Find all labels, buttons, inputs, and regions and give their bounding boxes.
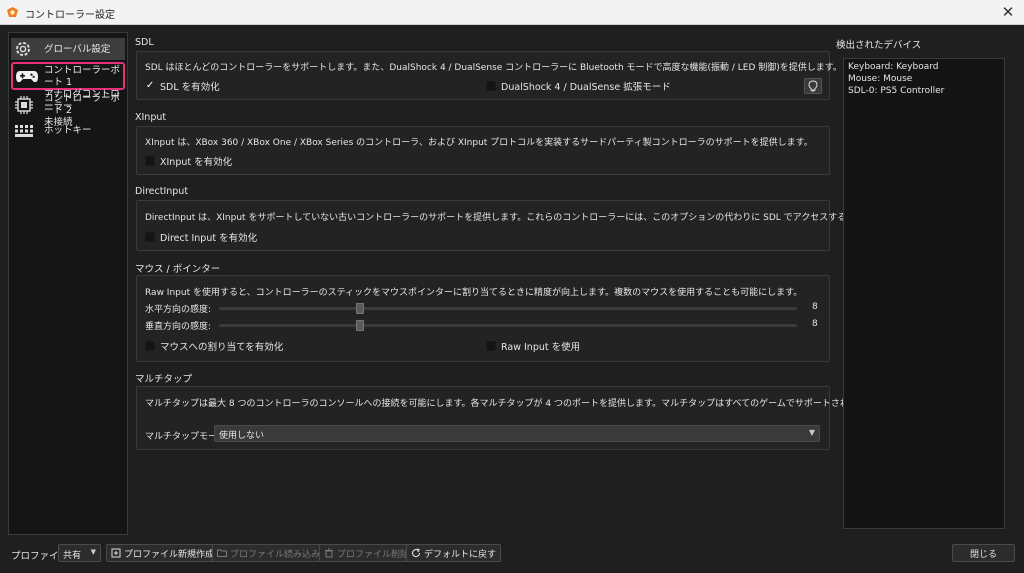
sidebar-item-hotkeys[interactable]: ホットキー <box>11 122 125 140</box>
mouse-group: Raw Input を使用すると、コントローラーのスティックをマウスポインターに… <box>136 275 830 362</box>
multitap-mode-value: 使用しない <box>219 431 265 441</box>
devices-title: 検出されたデバイス <box>836 40 922 51</box>
vertical-sensitivity-slider[interactable] <box>219 320 797 331</box>
title-bar: コントローラー設定 ✕ <box>0 0 1024 25</box>
sidebar-item-label: グローバル設定 <box>44 44 111 55</box>
list-item[interactable]: SDL-0: PS5 Controller <box>848 86 944 96</box>
profile-value: 共有 <box>63 551 82 561</box>
gear-icon <box>16 42 30 56</box>
window-title: コントローラー設定 <box>25 10 115 21</box>
xinput-enable-checkbox[interactable]: XInput を有効化 <box>145 154 232 168</box>
gamepad-icon <box>16 71 38 83</box>
chevron-down-icon: ▼ <box>808 428 815 437</box>
reset-default-button[interactable]: デフォルトに戻す <box>406 544 502 562</box>
multitap-group: マルチタップは最大 8 つのコントローラのコンソールへの接続を可能にします。各マ… <box>136 386 965 450</box>
slider-handle[interactable] <box>356 320 364 331</box>
list-item[interactable]: Keyboard: Keyboard <box>848 62 939 72</box>
horizontal-sensitivity-label: 水平方向の感度: <box>145 305 212 315</box>
mouse-section-title: マウス / ポインター <box>135 264 221 275</box>
ds4-extended-mode-checkbox[interactable]: DualShock 4 / DualSense 拡張モード <box>486 79 671 93</box>
device-list: Keyboard: Keyboard Mouse: Mouse SDL-0: P… <box>843 58 1005 529</box>
sdl-enable-checkbox[interactable]: ✓ SDL を有効化 <box>145 79 220 94</box>
sidebar-item-global-settings[interactable]: グローバル設定 <box>11 38 125 60</box>
sdl-section-title: SDL <box>135 37 154 48</box>
directinput-enable-checkbox[interactable]: Direct Input を有効化 <box>145 230 257 244</box>
folder-open-icon <box>217 549 227 557</box>
xinput-group: XInput は、XBox 360 / XBox One / XBox Seri… <box>136 126 830 175</box>
horizontal-sensitivity-slider[interactable] <box>219 303 797 314</box>
load-profile-button[interactable]: プロファイル読み込み <box>212 544 326 562</box>
vertical-sensitivity-label: 垂直方向の感度: <box>145 322 212 332</box>
lightbulb-icon <box>808 80 818 92</box>
directinput-group: DirectInput は、XInput をサポートしていない古いコントローラー… <box>136 200 935 251</box>
horizontal-sensitivity-value: 8 <box>812 302 818 312</box>
sidebar-item-controller-port-1[interactable]: コントローラーポート 1 アナログコントローラー <box>11 62 125 112</box>
vertical-sensitivity-row: 垂直方向の感度: 8 <box>145 319 818 332</box>
directinput-section-title: DirectInput <box>135 186 189 197</box>
mouse-description: Raw Input を使用すると、コントローラーのスティックをマウスポインターに… <box>145 288 803 298</box>
directinput-description: DirectInput は、XInput をサポートしていない古いコントローラー… <box>145 213 936 223</box>
chip-icon <box>15 96 33 114</box>
sidebar-item-controller-port-2[interactable]: コントローラーポート 2 未接続 <box>11 92 125 128</box>
xinput-description: XInput は、XBox 360 / XBox One / XBox Seri… <box>145 138 813 148</box>
vertical-sensitivity-value: 8 <box>812 319 818 329</box>
horizontal-sensitivity-row: 水平方向の感度: 8 <box>145 302 818 315</box>
new-file-icon <box>111 548 121 558</box>
app-logo-icon <box>7 7 18 17</box>
chevron-down-icon: ▼ <box>90 548 96 556</box>
keyboard-icon <box>15 125 33 137</box>
raw-input-checkbox[interactable]: Raw Input を使用 <box>486 339 580 353</box>
mouse-mapping-checkbox[interactable]: マウスへの割り当てを有効化 <box>145 339 283 353</box>
sdl-description: SDL はほとんどのコントローラーをサポートします。また、DualShock 4… <box>145 63 842 73</box>
xinput-section-title: XInput <box>135 112 167 123</box>
list-item[interactable]: Mouse: Mouse <box>848 74 912 84</box>
multitap-mode-select[interactable]: 使用しない ▼ <box>214 425 820 442</box>
multitap-section-title: マルチタップ <box>135 374 193 385</box>
close-window-button[interactable]: ✕ <box>998 2 1018 22</box>
slider-handle[interactable] <box>356 303 364 314</box>
sdl-group: SDL はほとんどのコントローラーをサポートします。また、DualShock 4… <box>136 51 842 100</box>
profile-select[interactable]: 共有 ▼ <box>58 544 101 562</box>
check-mark-icon: ✓ <box>145 80 155 91</box>
close-button[interactable]: 閉じる <box>952 544 1015 562</box>
sidebar-item-label: ホットキー <box>44 125 92 136</box>
new-profile-button[interactable]: プロファイル新規作成 <box>106 544 220 562</box>
led-settings-button[interactable] <box>804 78 822 94</box>
refresh-icon <box>411 548 421 558</box>
settings-sidebar: グローバル設定 コントローラーポート 1 アナログコントローラー コントローラー… <box>8 32 128 535</box>
trash-icon <box>325 548 333 558</box>
delete-profile-button[interactable]: プロファイル削除 <box>319 544 415 562</box>
